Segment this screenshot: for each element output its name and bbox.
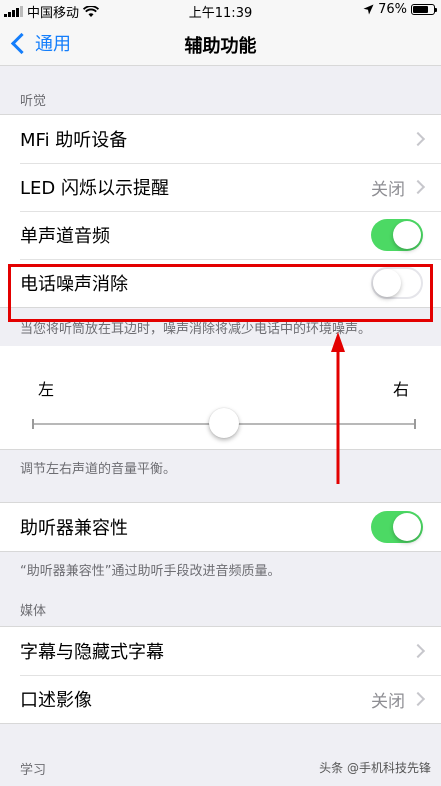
slider-tick <box>414 419 416 429</box>
media-group: 字幕与隐藏式字幕 口述影像 关闭 <box>0 626 441 724</box>
balance-slider-thumb[interactable] <box>209 408 239 438</box>
section-header-hearing: 听觉 <box>20 94 47 109</box>
subtitles-label: 字幕与隐藏式字幕 <box>20 642 164 663</box>
mfi-hearing-devices-row[interactable]: MFi 助听设备 <box>0 115 441 163</box>
section-header-media: 媒体 <box>20 604 47 619</box>
chevron-right-icon <box>410 643 426 659</box>
status-bar: 中国移动 上午11:39 76% <box>0 0 441 22</box>
led-flash-label: LED 闪烁以示提醒 <box>20 178 169 199</box>
hac-toggle[interactable] <box>371 511 423 543</box>
balance-group: 左 右 <box>0 346 441 450</box>
hac-footnote: “助听器兼容性”通过助听手段改进音频质量。 <box>20 564 281 579</box>
page-title: 辅助功能 <box>184 36 257 57</box>
chevron-right-icon <box>410 691 426 707</box>
mono-audio-label: 单声道音频 <box>20 226 110 247</box>
mfi-hearing-devices-label: MFi 助听设备 <box>20 130 128 151</box>
chevron-right-icon <box>410 131 426 147</box>
led-flash-value: 关闭 <box>371 179 405 200</box>
subtitles-row[interactable]: 字幕与隐藏式字幕 <box>0 627 441 675</box>
audio-description-value: 关闭 <box>371 691 405 712</box>
balance-left-label: 左 <box>38 380 55 399</box>
balance-right-label: 右 <box>393 380 410 399</box>
mono-audio-row: 单声道音频 <box>0 211 441 259</box>
led-flash-row[interactable]: LED 闪烁以示提醒 关闭 <box>0 163 441 211</box>
location-arrow-icon <box>363 4 374 15</box>
battery-percent: 76% <box>378 2 407 17</box>
navigation-bar: 通用 辅助功能 <box>0 22 441 66</box>
audio-description-row[interactable]: 口述影像 关闭 <box>0 675 441 723</box>
chevron-right-icon <box>410 179 426 195</box>
status-right: 76% <box>363 2 437 17</box>
hac-group: 助听器兼容性 <box>0 502 441 552</box>
audio-description-label: 口述影像 <box>20 690 92 711</box>
hac-row: 助听器兼容性 <box>0 503 441 551</box>
hac-label: 助听器兼容性 <box>20 518 128 539</box>
slider-tick <box>32 419 34 429</box>
balance-footnote: 调节左右声道的音量平衡。 <box>20 462 177 477</box>
annotation-highlight-box <box>8 264 433 322</box>
section-header-learning: 学习 <box>20 763 47 778</box>
watermark: 头条 @手机科技先锋 <box>319 761 431 775</box>
mono-audio-toggle[interactable] <box>371 219 423 251</box>
battery-icon <box>411 4 437 15</box>
